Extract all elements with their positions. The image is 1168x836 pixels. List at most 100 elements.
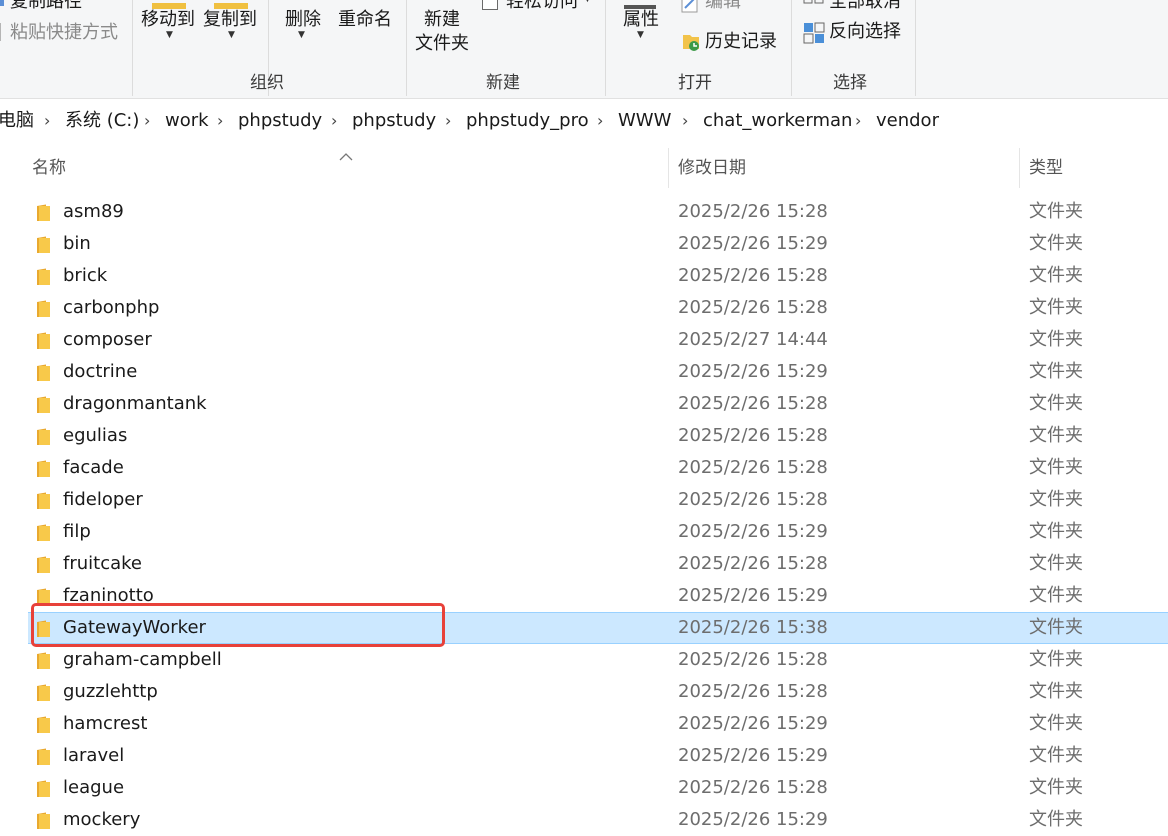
column-header-modified[interactable]: 修改日期 — [678, 148, 746, 188]
file-name[interactable]: brick — [63, 260, 107, 292]
file-name[interactable]: dragonmantank — [63, 388, 207, 420]
file-name[interactable]: graham-campbell — [63, 644, 222, 676]
sort-ascending-icon — [339, 146, 353, 165]
delete-dropdown-icon[interactable]: ▼ — [298, 30, 305, 40]
file-row[interactable]: brick 2025/2/26 15:28 文件夹 — [0, 260, 1168, 292]
chevron-right-icon[interactable]: › — [144, 104, 150, 138]
file-name[interactable]: composer — [63, 324, 152, 356]
column-header-name[interactable]: 名称 — [32, 148, 66, 188]
file-row[interactable]: fideloper 2025/2/26 15:28 文件夹 — [0, 484, 1168, 516]
file-row[interactable]: laravel 2025/2/26 15:29 文件夹 — [0, 740, 1168, 772]
copy-to-button[interactable]: 复制到 — [203, 9, 257, 31]
folder-icon — [36, 204, 52, 226]
move-to-button[interactable]: 移动到 — [141, 9, 195, 31]
folder-icon — [36, 300, 52, 322]
file-modified-date: 2025/2/26 15:28 — [678, 425, 828, 446]
breadcrumb-item[interactable]: phpstudy — [352, 104, 436, 138]
file-type: 文件夹 — [1029, 361, 1083, 382]
file-name[interactable]: fruitcake — [63, 548, 142, 580]
chevron-right-icon[interactable]: › — [855, 104, 861, 138]
file-name[interactable]: facade — [63, 452, 124, 484]
breadcrumb-item[interactable]: phpstudy — [238, 104, 322, 138]
copy-to-dropdown-icon[interactable]: ▼ — [228, 30, 235, 40]
file-name[interactable]: doctrine — [63, 356, 137, 388]
chevron-right-icon[interactable]: › — [445, 104, 451, 138]
rename-button[interactable]: 重命名 — [338, 9, 392, 31]
file-row[interactable]: league 2025/2/26 15:28 文件夹 — [0, 772, 1168, 804]
select-none-icon — [803, 0, 825, 16]
new-folder-button-line2[interactable]: 文件夹 — [415, 33, 469, 55]
file-row[interactable]: composer 2025/2/27 14:44 文件夹 — [0, 324, 1168, 356]
file-name[interactable]: mockery — [63, 804, 140, 836]
breadcrumb-item[interactable]: chat_workerman — [703, 104, 852, 138]
file-name[interactable]: asm89 — [63, 196, 124, 228]
breadcrumb-item[interactable]: WWW — [618, 104, 671, 138]
chevron-right-icon[interactable]: › — [44, 104, 50, 138]
file-name[interactable]: carbonphp — [63, 292, 159, 324]
chevron-right-icon[interactable]: › — [682, 104, 688, 138]
file-row[interactable]: hamcrest 2025/2/26 15:29 文件夹 — [0, 708, 1168, 740]
folder-icon — [36, 684, 52, 706]
easy-access-dropdown-icon[interactable]: ▼ — [584, 0, 591, 4]
file-row[interactable]: dragonmantank 2025/2/26 15:28 文件夹 — [0, 388, 1168, 420]
new-folder-button[interactable]: 新建 — [424, 9, 460, 31]
breadcrumb-item[interactable]: phpstudy_pro — [466, 104, 589, 138]
delete-button[interactable]: 删除 — [285, 9, 321, 31]
column-divider[interactable] — [1019, 148, 1020, 188]
file-name[interactable]: hamcrest — [63, 708, 147, 740]
chevron-right-icon[interactable]: › — [597, 104, 603, 138]
easy-access-checkbox-icon[interactable] — [482, 0, 498, 10]
column-divider[interactable] — [668, 148, 669, 188]
easy-access-button[interactable]: 轻松访问 — [506, 0, 578, 13]
history-button[interactable]: 历史记录 — [705, 31, 777, 53]
file-name[interactable]: bin — [63, 228, 91, 260]
file-type: 文件夹 — [1029, 745, 1083, 766]
folder-icon — [36, 268, 52, 290]
file-modified-date: 2025/2/26 15:28 — [678, 777, 828, 798]
breadcrumb-item[interactable]: vendor — [876, 104, 939, 138]
file-row[interactable]: graham-campbell 2025/2/26 15:28 文件夹 — [0, 644, 1168, 676]
file-row[interactable]: asm89 2025/2/26 15:28 文件夹 — [0, 196, 1168, 228]
chevron-right-icon[interactable]: › — [331, 104, 337, 138]
file-type: 文件夹 — [1029, 553, 1083, 574]
history-icon — [681, 32, 701, 56]
file-name[interactable]: filp — [63, 516, 91, 548]
breadcrumb-item[interactable]: 系统 (C:) — [65, 104, 139, 138]
chevron-right-icon[interactable]: › — [217, 104, 223, 138]
file-name[interactable]: egulias — [63, 420, 127, 452]
group-label-select: 选择 — [833, 73, 867, 93]
file-name[interactable]: laravel — [63, 740, 124, 772]
file-row[interactable]: guzzlehttp 2025/2/26 15:28 文件夹 — [0, 676, 1168, 708]
file-row[interactable]: carbonphp 2025/2/26 15:28 文件夹 — [0, 292, 1168, 324]
file-row[interactable]: egulias 2025/2/26 15:28 文件夹 — [0, 420, 1168, 452]
column-header-type[interactable]: 类型 — [1029, 148, 1063, 188]
group-label-open: 打开 — [678, 73, 712, 93]
properties-button[interactable]: 属性 — [623, 9, 659, 31]
file-row[interactable]: filp 2025/2/26 15:29 文件夹 — [0, 516, 1168, 548]
move-to-dropdown-icon[interactable]: ▼ — [166, 30, 173, 40]
file-name[interactable]: fideloper — [63, 484, 143, 516]
file-modified-date: 2025/2/26 15:28 — [678, 553, 828, 574]
properties-dropdown-icon[interactable]: ▼ — [637, 30, 644, 40]
file-row[interactable]: fruitcake 2025/2/26 15:28 文件夹 — [0, 548, 1168, 580]
file-modified-date: 2025/2/26 15:29 — [678, 809, 828, 830]
breadcrumb-item[interactable]: 电脑 — [0, 104, 34, 138]
file-row[interactable]: doctrine 2025/2/26 15:29 文件夹 — [0, 356, 1168, 388]
paste-shortcut-button[interactable]: 粘贴快捷方式 — [10, 22, 118, 44]
folder-icon — [36, 396, 52, 418]
file-row[interactable]: bin 2025/2/26 15:29 文件夹 — [0, 228, 1168, 260]
invert-selection-button[interactable]: 反向选择 — [829, 21, 901, 43]
file-type: 文件夹 — [1029, 233, 1083, 254]
select-none-button[interactable]: 全部取消 — [829, 0, 901, 13]
folder-icon — [36, 492, 52, 514]
breadcrumb-item[interactable]: work — [165, 104, 209, 138]
file-modified-date: 2025/2/26 15:28 — [678, 681, 828, 702]
file-row[interactable]: mockery 2025/2/26 15:29 文件夹 — [0, 804, 1168, 836]
file-row[interactable]: facade 2025/2/26 15:28 文件夹 — [0, 452, 1168, 484]
edit-button[interactable]: 编辑 — [705, 0, 741, 13]
file-name[interactable]: guzzlehttp — [63, 676, 158, 708]
file-modified-date: 2025/2/26 15:28 — [678, 393, 828, 414]
ribbon-divider — [406, 0, 407, 96]
copy-path-button[interactable]: 复制路径 — [10, 0, 82, 13]
file-name[interactable]: league — [63, 772, 124, 804]
